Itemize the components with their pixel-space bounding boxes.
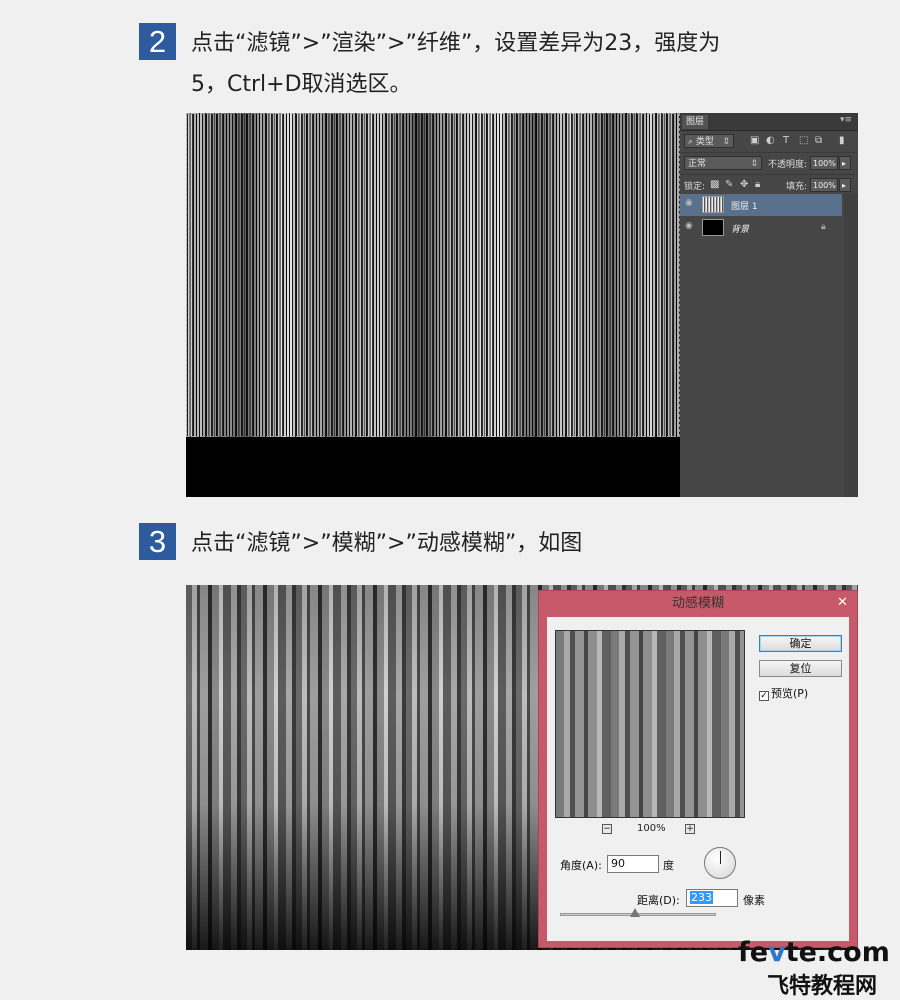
preview-checkbox-row[interactable]: ✓ 预览(P) — [759, 685, 808, 701]
adjustment-filter-icon[interactable]: ◐ — [766, 135, 775, 147]
lock-all-icon[interactable]: 🔒︎ — [755, 179, 760, 191]
filter-toggle-icon[interactable]: ▮ — [839, 135, 845, 147]
fill-input[interactable]: 100% — [810, 178, 838, 192]
preview-checkbox[interactable]: ✓ — [759, 691, 769, 701]
layer-item-layer-1[interactable]: ◉ 图层 1 — [680, 194, 842, 216]
dialog-title: 动感模糊 — [671, 596, 724, 611]
step-3-line-1: 点击“滤镜”>”模糊”>”动感模糊”，如图 — [191, 531, 583, 556]
fill-dropdown-button[interactable]: ▸ — [839, 178, 851, 192]
lock-position-icon[interactable]: ✥ — [740, 179, 748, 191]
site-watermark-logo: fevte.com 飞特教程网 — [738, 937, 898, 999]
step-number-badge: 2 — [139, 23, 176, 60]
chevron-updown-icon: ⇕ — [750, 159, 758, 169]
ok-button[interactable]: 确定 — [759, 635, 842, 652]
layer-name: 图层 1 — [731, 202, 758, 212]
step-number-badge: 3 — [139, 523, 176, 560]
blend-mode-select[interactable]: 正常 ⇕ — [684, 156, 762, 170]
shape-filter-icon[interactable]: ⬚ — [799, 135, 808, 147]
distance-label: 距离(D): — [637, 894, 680, 907]
opacity-input[interactable]: 100% — [810, 156, 838, 170]
lock-label: 锁定: — [684, 182, 706, 192]
step-2-line-2: 5，Ctrl+D取消选区。 — [191, 72, 412, 97]
document-canvas — [186, 113, 680, 497]
zoom-level: 100% — [637, 823, 666, 834]
blend-opacity-row: 正常 ⇕ 不透明度: 100% ▸ — [680, 153, 858, 175]
layer-item-background[interactable]: ◉ 背景 🔒︎ — [680, 217, 842, 239]
step-2-line-1: 点击“滤镜”>”渲染”>”纤维”，设置差异为23，强度为 — [191, 31, 721, 56]
smart-object-filter-icon[interactable]: ⧉ — [815, 135, 822, 147]
step-2-instructions: 点击“滤镜”>”渲染”>”纤维”，设置差异为23，强度为 5，Ctrl+D取消选… — [191, 23, 720, 105]
pixel-filter-icon[interactable]: ▣ — [750, 135, 759, 147]
type-filter-icon[interactable]: T — [783, 135, 789, 147]
watermark-site-name: 飞特教程网 — [767, 974, 878, 999]
visibility-eye-icon[interactable]: ◉ — [685, 198, 693, 208]
layers-scrollbar[interactable] — [844, 193, 858, 497]
layer-thumbnail — [702, 196, 724, 213]
angle-dial-needle — [720, 851, 721, 864]
layer-name: 背景 — [731, 225, 750, 235]
lock-icon: 🔒︎ — [821, 222, 826, 232]
angle-dial[interactable] — [704, 847, 736, 879]
dialog-body: − 100% + 确定 复位 ✓ 预览(P) 角度(A): 90 度 距离(D):… — [547, 617, 849, 941]
filter-preview[interactable] — [555, 630, 745, 818]
fill-label: 填充: — [786, 182, 808, 192]
photoshop-fibers-screenshot: 图层 ▾≡ ⌕ 类型 ⇕ ▣ ◐ T ⬚ ⧉ ▮ 正常 ⇕ 不透明度: 100%… — [186, 113, 858, 497]
panel-menu-icon[interactable]: ▾≡ — [840, 115, 852, 125]
layer-filter-select[interactable]: ⌕ 类型 ⇕ — [684, 134, 734, 148]
close-button[interactable]: ✕ — [830, 593, 855, 612]
lock-image-icon[interactable]: ✎ — [725, 179, 733, 191]
layer-thumbnail — [702, 219, 724, 236]
angle-label: 角度(A): — [560, 859, 602, 872]
watermark-domain: fevte.com — [738, 937, 890, 968]
zoom-out-button[interactable]: − — [602, 824, 612, 834]
reset-button[interactable]: 复位 — [759, 660, 842, 677]
distance-slider-thumb[interactable] — [630, 908, 640, 917]
angle-input[interactable]: 90 — [607, 855, 659, 873]
layers-panel-header: 图层 ▾≡ — [680, 113, 858, 131]
tab-layers[interactable]: 图层 — [682, 115, 709, 129]
angle-unit: 度 — [663, 859, 674, 872]
zoom-in-button[interactable]: + — [685, 824, 695, 834]
motion-blur-dialog: 动感模糊 ✕ − 100% + 确定 复位 ✓ 预览(P) 角度(A): 90 度… — [538, 590, 858, 948]
layer-filter-row: ⌕ 类型 ⇕ ▣ ◐ T ⬚ ⧉ ▮ — [680, 131, 858, 153]
step-3-instructions: 点击“滤镜”>”模糊”>”动感模糊”，如图 — [191, 523, 582, 564]
distance-input[interactable]: 233 — [686, 889, 738, 907]
layer-filter-kind: 类型 — [695, 137, 714, 147]
distance-unit: 像素 — [743, 894, 765, 907]
search-icon: ⌕ — [688, 137, 694, 147]
lock-transparency-icon[interactable]: ▩ — [710, 179, 719, 191]
opacity-dropdown-button[interactable]: ▸ — [839, 156, 851, 170]
opacity-label: 不透明度: — [768, 160, 808, 170]
fibers-shading — [186, 113, 680, 437]
photoshop-motion-blur-screenshot: 动感模糊 ✕ − 100% + 确定 复位 ✓ 预览(P) 角度(A): 90 度… — [186, 585, 858, 950]
layers-panel: 图层 ▾≡ ⌕ 类型 ⇕ ▣ ◐ T ⬚ ⧉ ▮ 正常 ⇕ 不透明度: 100%… — [680, 113, 858, 497]
blend-mode-value: 正常 — [688, 159, 707, 169]
visibility-eye-icon[interactable]: ◉ — [685, 221, 693, 231]
distance-value: 233 — [690, 891, 713, 904]
preview-checkbox-label: 预览(P) — [771, 687, 809, 700]
chevron-updown-icon: ⇕ — [722, 137, 730, 147]
